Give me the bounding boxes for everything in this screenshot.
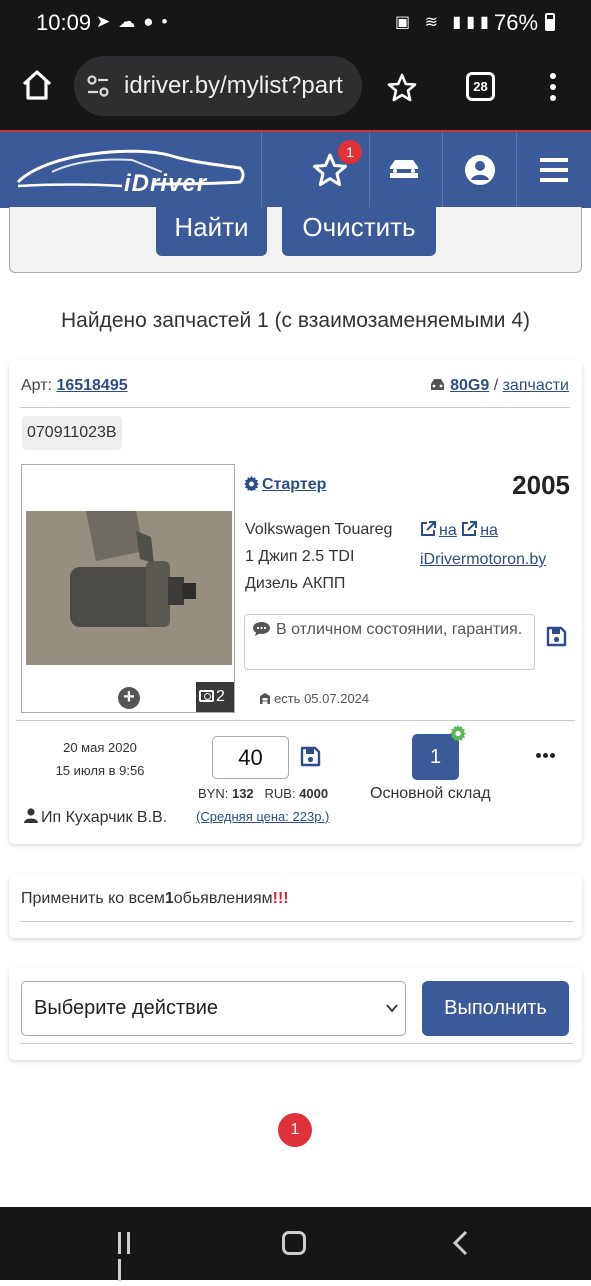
hamburger-menu-button[interactable] (517, 132, 589, 208)
action-select[interactable]: Выберите действие (21, 981, 406, 1036)
bookmark-star-icon[interactable] (386, 72, 418, 104)
results-count-text: Найдено запчастей 1 (с взаимозаменяемыми… (60, 309, 530, 332)
car-description: Volkswagen Touareg 1 Джип 2.5 TDI Дизель… (245, 521, 393, 592)
part-name-link[interactable]: Стартер (244, 476, 326, 494)
logo-text: iDriver (124, 170, 208, 197)
average-price-link[interactable]: (Средняя цена: 223р.) (196, 809, 329, 824)
recents-icon[interactable] (118, 1232, 142, 1281)
browser-toolbar: idriver.by/mylist?part 28 (0, 46, 591, 130)
back-icon[interactable] (450, 1230, 472, 1256)
seller: Ип Кухарчик В.В. (24, 808, 167, 827)
car-icon (390, 160, 418, 178)
part-photo[interactable] (26, 511, 232, 665)
model-line: 80G9 / запчасти (429, 377, 569, 395)
profile-button[interactable] (443, 132, 515, 208)
date-updated: 15 июля в 9:56 (55, 763, 145, 778)
external-link-1[interactable]: на (420, 521, 457, 539)
status-bar: 10:09 ➤☁●• ▣ ≋ ▮▮▮ 76% (0, 0, 591, 46)
tab-switcher-button[interactable]: 28 (466, 72, 495, 101)
external-link-icon (421, 521, 436, 536)
camera-icon (199, 690, 214, 702)
oem-number: 070911023B (22, 416, 122, 450)
site-link[interactable]: iDrivermotoron.by (420, 551, 546, 568)
art-number-link[interactable]: 16518495 (56, 377, 127, 394)
notification-icons: ➤☁●• (96, 12, 176, 31)
car-icon (431, 379, 445, 390)
user-circle-icon (465, 155, 495, 185)
home-icon[interactable] (20, 68, 54, 102)
site-settings-icon[interactable] (86, 75, 110, 97)
system-nav-bar (0, 1207, 591, 1281)
photo-box[interactable]: + 2 (21, 464, 235, 713)
model-code-link[interactable]: 80G9 (450, 377, 489, 394)
parts-link[interactable]: запчасти (503, 377, 569, 394)
comment-field[interactable]: В отличном состоянии, гарантия. (244, 614, 535, 670)
part-year: 2005 (512, 470, 570, 500)
battery-percent: 76% (494, 10, 539, 35)
apply-all-text[interactable]: Применить ко всем1обьявлениям!!! (21, 890, 289, 908)
home-nav-icon[interactable] (282, 1231, 306, 1255)
add-photo-icon[interactable]: + (118, 687, 140, 709)
address-bar[interactable]: idriver.by/mylist?part (74, 56, 362, 116)
comment-icon (253, 622, 270, 636)
settings-gear-icon[interactable] (450, 725, 466, 741)
apply-all-card: Применить ко всем1обьявлениям!!! (9, 874, 582, 938)
signal-icons: ▣ ≋ ▮▮▮ (395, 14, 494, 31)
pagination-current-page[interactable]: 1 (278, 1113, 312, 1147)
garage-button[interactable] (370, 132, 442, 208)
date-added: 20 мая 2020 (63, 740, 137, 755)
action-card: Выберите действие Выполнить (9, 967, 582, 1060)
browser-menu-icon[interactable] (546, 70, 560, 104)
price-conversion: BYN: 132 RUB: 4000 (198, 786, 329, 801)
photo-count[interactable]: 2 (196, 682, 234, 712)
save-price-icon[interactable] (300, 746, 321, 767)
art-line: Арт: 16518495 (21, 377, 128, 394)
site-header: iDriver 1 (0, 130, 591, 208)
part-card: Арт: 16518495 80G9 / запчасти 070911023B… (9, 360, 582, 844)
battery-icon (545, 13, 555, 31)
warehouse-icon (260, 693, 270, 704)
url-text: idriver.by/mylist?part (124, 72, 343, 99)
external-links: на на iDrivermotoron.by (420, 516, 546, 574)
external-link-icon (462, 521, 478, 536)
price-input[interactable]: 40 (212, 736, 289, 779)
external-link-2[interactable]: на (461, 521, 498, 539)
search-panel: Найти Очистить (9, 207, 582, 273)
more-options-icon[interactable] (536, 745, 558, 761)
warehouse-name: Основной склад (370, 785, 491, 802)
stock-status: есть 05.07.2024 (259, 691, 369, 706)
clear-button[interactable]: Очистить (282, 207, 436, 256)
gear-icon (244, 476, 259, 491)
dates: 20 мая 2020 15 июля в 9:56 (45, 736, 155, 782)
status-time: 10:09 (36, 10, 92, 35)
save-comment-icon[interactable] (546, 626, 567, 647)
hamburger-icon (540, 158, 568, 182)
execute-button[interactable]: Выполнить (422, 981, 569, 1036)
chevron-down-icon (386, 1004, 398, 1013)
user-icon (24, 808, 38, 823)
find-button[interactable]: Найти (156, 207, 267, 256)
favorites-count-badge: 1 (338, 140, 362, 164)
